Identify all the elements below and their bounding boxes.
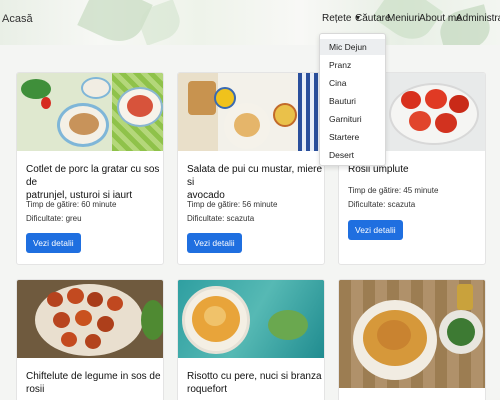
dropdown-item-pranz[interactable]: Pranz: [320, 57, 385, 73]
recipe-card: Salata de pui cu mustar, miere si avocad…: [177, 72, 325, 265]
dropdown-item-garnituri[interactable]: Garnituri: [320, 111, 385, 127]
dropdown-item-mic-dejun[interactable]: Mic Dejun: [320, 39, 385, 55]
retete-dropdown-menu: Mic Dejun Pranz Cina Bauturi Garnituri S…: [319, 33, 386, 166]
nav-meniuri[interactable]: Meniuri: [387, 13, 420, 24]
recipe-image[interactable]: [178, 73, 324, 151]
dropdown-item-desert[interactable]: Desert: [320, 147, 385, 163]
nav-cautare[interactable]: Căutare: [355, 13, 391, 24]
difficulty: Dificultate: greu: [26, 214, 82, 223]
leaf-decoration: [435, 4, 495, 45]
difficulty: Dificultate: scazuta: [187, 214, 255, 223]
recipe-title: Risotto cu pere, nuci si branza roquefor…: [187, 371, 322, 395]
recipe-title: Cotlet de porc la gratar cu sos de patru…: [26, 164, 160, 201]
recipe-image[interactable]: [178, 280, 324, 358]
brand-link[interactable]: Acasă: [2, 13, 33, 25]
site-header: Acasă Rețete ▼ Căutare Meniuri About me A…: [0, 0, 500, 45]
nav-retete-label: Rețete: [322, 13, 352, 24]
view-details-button[interactable]: Vezi detalii: [348, 220, 403, 240]
view-details-button[interactable]: Vezi detalii: [26, 233, 81, 253]
recipe-card: Risotto cu pere, nuci si branza roquefor…: [177, 279, 325, 400]
cooking-time: Timp de gătire: 56 minute: [187, 200, 278, 209]
difficulty: Dificultate: scazuta: [348, 200, 416, 209]
dropdown-item-bauturi[interactable]: Bauturi: [320, 93, 385, 109]
nav-administrare[interactable]: Administrare: [456, 13, 500, 24]
recipe-image[interactable]: [17, 280, 163, 358]
recipe-card: Cotlet de porc la gratar cu sos de patru…: [16, 72, 164, 265]
recipe-image[interactable]: [17, 73, 163, 151]
recipe-card: [338, 279, 486, 400]
cooking-time: Timp de gătire: 45 minute: [348, 186, 439, 195]
recipe-card: Chiftelute de legume in sos de rosii: [16, 279, 164, 400]
view-details-button[interactable]: Vezi detalii: [187, 233, 242, 253]
recipe-title: Chiftelute de legume in sos de rosii: [26, 371, 161, 395]
dropdown-item-cina[interactable]: Cina: [320, 75, 385, 91]
recipe-title: Salata de pui cu mustar, miere si avocad…: [187, 164, 323, 201]
cooking-time: Timp de gătire: 60 minute: [26, 200, 117, 209]
recipe-image[interactable]: [339, 280, 485, 388]
dropdown-item-startere[interactable]: Startere: [320, 129, 385, 145]
